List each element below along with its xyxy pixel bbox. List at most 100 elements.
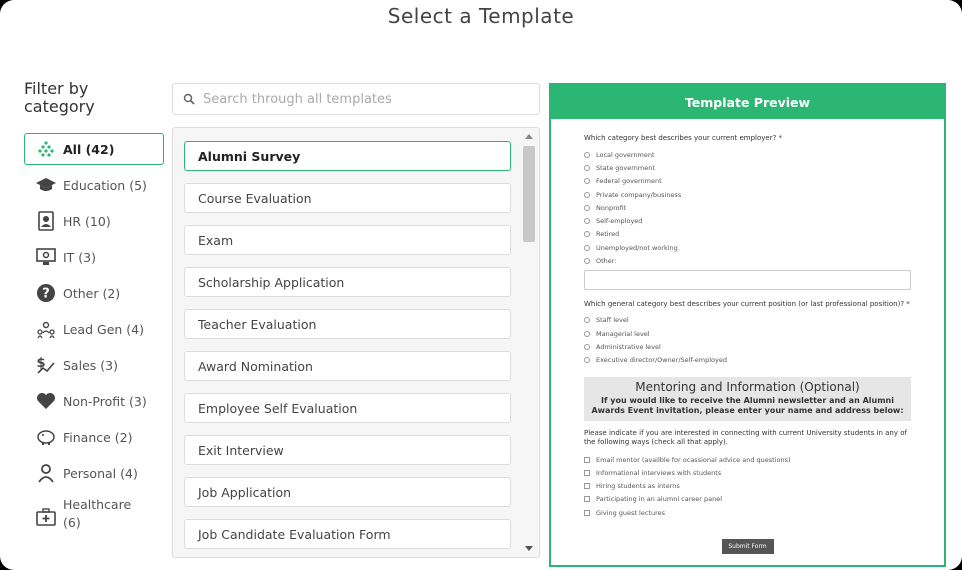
category-label: Finance (2) bbox=[63, 429, 133, 445]
preview-option-label: Other: bbox=[596, 257, 617, 266]
category-sales[interactable]: $ Sales (3) bbox=[24, 349, 164, 381]
preview-option-label: Private company/business bbox=[596, 190, 682, 199]
medical-kit-icon bbox=[35, 506, 57, 528]
checkbox-icon bbox=[584, 496, 590, 503]
checkbox-icon bbox=[584, 456, 590, 463]
template-item[interactable]: Job Candidate Evaluation Form bbox=[184, 519, 511, 549]
template-list: Alumni Survey Course Evaluation Exam Sch… bbox=[184, 141, 511, 557]
category-finance[interactable]: Finance (2) bbox=[24, 421, 164, 453]
template-item[interactable]: Exit Interview bbox=[184, 435, 511, 465]
preview-option: Executive director/Owner/Self-employed bbox=[584, 354, 911, 367]
category-education[interactable]: Education (5) bbox=[24, 169, 164, 201]
category-it[interactable]: IT (3) bbox=[24, 241, 164, 273]
template-item[interactable]: Exam bbox=[184, 225, 511, 255]
preview-section-desc: If you would like to receive the Alumni … bbox=[591, 395, 904, 415]
category-label: Other (2) bbox=[63, 285, 121, 301]
preview-options: Local government State government Federal … bbox=[584, 148, 911, 268]
category-other[interactable]: ? Other (2) bbox=[24, 277, 164, 309]
template-modal: Select a Template Filter by category All… bbox=[0, 0, 962, 570]
scroll-up-arrow-icon[interactable] bbox=[525, 134, 533, 139]
preview-option-label: State government bbox=[596, 163, 655, 172]
radio-icon bbox=[584, 191, 590, 198]
graduation-cap-icon bbox=[35, 174, 57, 196]
preview-option: Self-employed bbox=[584, 214, 911, 227]
preview-option: Participating in an alumni career panel bbox=[584, 493, 911, 506]
preview-option-label: Self-employed bbox=[596, 217, 643, 226]
radio-icon bbox=[584, 244, 590, 251]
preview-option-label: Managerial level bbox=[596, 329, 650, 338]
preview-option-label: Executive director/Owner/Self-employed bbox=[596, 356, 727, 365]
template-preview: Template Preview Which category best des… bbox=[549, 83, 946, 567]
preview-option-label: Nonprofit bbox=[596, 203, 627, 212]
preview-options: Email mentor (availble for ocassional ad… bbox=[584, 453, 911, 519]
template-item[interactable]: Course Evaluation bbox=[184, 183, 511, 213]
preview-option: Managerial level bbox=[584, 327, 911, 340]
template-item[interactable]: Award Nomination bbox=[184, 351, 511, 381]
preview-option-label: Local government bbox=[596, 150, 655, 159]
preview-section: Mentoring and Information (Optional) If … bbox=[584, 376, 911, 421]
radio-icon bbox=[584, 343, 590, 350]
category-hr[interactable]: HR (10) bbox=[24, 205, 164, 237]
preview-option: Unemployed/not working bbox=[584, 241, 911, 254]
preview-option: Federal government bbox=[584, 175, 911, 188]
template-item[interactable]: Job Application bbox=[184, 477, 511, 507]
preview-body: Which category best describes your curre… bbox=[551, 119, 944, 555]
preview-option-label: Federal government bbox=[596, 177, 662, 186]
preview-section-title: Mentoring and Information (Optional) bbox=[635, 379, 860, 394]
question-circle-icon: ? bbox=[35, 282, 57, 304]
category-label: Personal (4) bbox=[63, 465, 138, 481]
category-label: Sales (3) bbox=[63, 357, 118, 373]
preview-option-label: Giving guest lectures bbox=[596, 508, 666, 517]
preview-other-input bbox=[584, 269, 911, 290]
category-non-profit[interactable]: Non-Profit (3) bbox=[24, 385, 164, 417]
dollar-chart-icon: $ bbox=[35, 354, 57, 376]
preview-option-label: Email mentor (availble for ocassional ad… bbox=[596, 455, 791, 464]
search-box bbox=[172, 83, 540, 115]
preview-submit-button: Submit Form bbox=[721, 539, 774, 555]
template-item[interactable]: Alumni Survey bbox=[184, 141, 511, 171]
template-item[interactable]: Scholarship Application bbox=[184, 267, 511, 297]
template-item[interactable]: Teacher Evaluation bbox=[184, 309, 511, 339]
preview-option: Other: bbox=[584, 254, 911, 267]
people-network-icon bbox=[35, 318, 57, 340]
svg-text:?: ? bbox=[42, 287, 50, 302]
checkbox-icon bbox=[584, 483, 590, 490]
category-personal[interactable]: Personal (4) bbox=[24, 457, 164, 489]
radio-icon bbox=[584, 151, 590, 158]
preview-option-label: Administrative level bbox=[596, 342, 661, 351]
preview-option: Retired bbox=[584, 228, 911, 241]
preview-option: Staff level bbox=[584, 314, 911, 327]
preview-option-label: Unemployed/not working bbox=[596, 243, 678, 252]
preview-options: Staff level Managerial level Administrativ… bbox=[584, 314, 911, 367]
radio-icon bbox=[584, 330, 590, 337]
scroll-down-arrow-icon[interactable] bbox=[525, 546, 533, 551]
preview-header: Template Preview bbox=[551, 85, 944, 119]
radio-icon bbox=[584, 204, 590, 211]
search-input[interactable] bbox=[203, 91, 523, 107]
radio-icon bbox=[584, 317, 590, 324]
category-all[interactable]: All (42) bbox=[24, 133, 164, 165]
category-healthcare[interactable]: Healthcare (6) bbox=[24, 493, 164, 535]
radio-icon bbox=[584, 164, 590, 171]
preview-option: Local government bbox=[584, 148, 911, 161]
preview-question: Which general category best describes yo… bbox=[584, 299, 910, 308]
monitor-gear-icon bbox=[35, 246, 57, 268]
category-label: IT (3) bbox=[63, 249, 97, 265]
preview-option-label: Retired bbox=[596, 230, 620, 239]
preview-option: Email mentor (availble for ocassional ad… bbox=[584, 453, 911, 466]
preview-option-label: Staff level bbox=[596, 316, 629, 325]
category-label: All (42) bbox=[63, 141, 115, 157]
radio-icon bbox=[584, 218, 590, 225]
category-lead-gen[interactable]: Lead Gen (4) bbox=[24, 313, 164, 345]
category-label: Non-Profit (3) bbox=[63, 393, 147, 409]
category-label: Education (5) bbox=[63, 177, 147, 193]
filter-heading: Filter by category bbox=[24, 79, 95, 116]
preview-option: State government bbox=[584, 161, 911, 174]
template-item[interactable]: Employee Self Evaluation bbox=[184, 393, 511, 423]
preview-option: Nonprofit bbox=[584, 201, 911, 214]
preview-option: Administrative level bbox=[584, 340, 911, 353]
scrollbar[interactable] bbox=[519, 128, 539, 557]
person-icon bbox=[35, 462, 57, 484]
preview-question: Please indicate if you are interested in… bbox=[584, 428, 907, 446]
scroll-thumb[interactable] bbox=[523, 146, 535, 242]
